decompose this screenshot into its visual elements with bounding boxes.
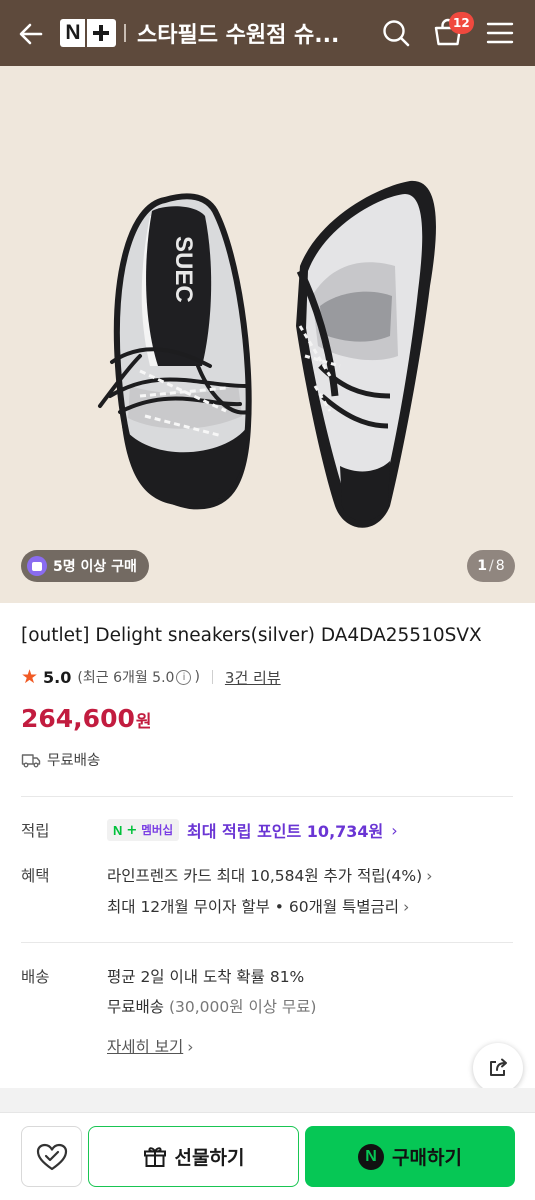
- logo-n: N: [65, 21, 81, 44]
- purchase-bar: 선물하기 N 구매하기: [0, 1112, 535, 1200]
- delivery-free-row: 무료배송 (30,000원 이상 무료): [107, 995, 316, 1017]
- share-icon: [490, 1058, 507, 1076]
- shopping-bag-icon: [27, 556, 47, 576]
- buy-button[interactable]: N 구매하기: [305, 1126, 515, 1187]
- heart-icon: [36, 1143, 67, 1170]
- chevron-right-icon: ›: [403, 898, 410, 916]
- rating-row: ★ 5.0 (최근 6개월 5.0 i ) 3건 리뷰: [21, 664, 281, 690]
- membership-n: N: [113, 822, 123, 838]
- rating-score: 5.0: [43, 667, 72, 687]
- image-page-indicator: 1 / 8: [467, 550, 515, 582]
- installment-benefit-text: 최대 12개월 무이자 할부 • 60개월 특별금리: [107, 898, 400, 916]
- divider: [21, 942, 513, 943]
- back-arrow-icon[interactable]: [14, 17, 48, 51]
- delivery-eta: 평균 2일 이내 도착 확률 81%: [107, 968, 305, 986]
- chevron-right-icon: ›: [391, 820, 398, 840]
- info-icon[interactable]: i: [176, 669, 192, 685]
- card-benefit-row[interactable]: 라인프렌즈 카드 최대 10,584원 추가 적립(4%) ›: [107, 864, 432, 886]
- right-shoe: [296, 180, 436, 528]
- product-name: [outlet] Delight sneakers(silver) DA4DA2…: [21, 625, 482, 646]
- price-value: 264,600: [21, 704, 135, 733]
- svg-text:SUEC: SUEC: [170, 236, 197, 303]
- product-image-carousel[interactable]: SUEC 5명 이상 구매 1 / 8: [0, 66, 535, 603]
- section-separator: [0, 1088, 535, 1112]
- benefits-label: 혜택: [21, 867, 50, 885]
- gift-icon: [143, 1146, 166, 1167]
- search-icon[interactable]: [378, 15, 414, 51]
- shipping-tag: 무료배송: [21, 749, 100, 770]
- title-divider: [124, 24, 126, 42]
- cart-count-badge: 12: [449, 12, 474, 34]
- delivery-free-text: 무료배송: [107, 998, 165, 1016]
- chevron-right-icon: ›: [426, 867, 433, 885]
- buy-button-label: 구매하기: [392, 1147, 462, 1169]
- rating-divider: [211, 670, 213, 684]
- store-title[interactable]: 스타필드 수원점 슈...: [137, 17, 349, 49]
- delivery-label: 배송: [21, 968, 50, 986]
- naver-pay-icon: N: [358, 1143, 385, 1170]
- chevron-right-icon: ›: [187, 1038, 194, 1056]
- review-count-link[interactable]: 3건 리뷰: [225, 667, 281, 688]
- price-currency: 원: [135, 712, 152, 732]
- points-row[interactable]: N + 멤버십 최대 적립 포인트 10,734원 ›: [107, 818, 398, 842]
- detail-link-text: 자세히 보기: [107, 1038, 184, 1056]
- page-total: 8: [495, 558, 505, 574]
- divider: [21, 796, 513, 797]
- naver-plus-store-logo[interactable]: N: [60, 19, 116, 47]
- product-price: 264,600원: [21, 704, 152, 733]
- rating-recent-close: ): [194, 669, 200, 685]
- installment-benefit-row[interactable]: 최대 12개월 무이자 할부 • 60개월 특별금리 ›: [107, 895, 409, 917]
- membership-badge: N + 멤버십: [107, 819, 180, 841]
- product-image-sneakers: SUEC: [98, 180, 436, 528]
- wishlist-button[interactable]: [21, 1126, 82, 1187]
- truck-icon: [21, 753, 41, 767]
- membership-plus-icon: +: [126, 822, 138, 838]
- share-button[interactable]: [473, 1043, 523, 1093]
- logo-plus: [87, 19, 115, 47]
- buyer-count-text: 5명 이상 구매: [53, 559, 137, 575]
- gift-button[interactable]: 선물하기: [88, 1126, 299, 1187]
- max-points-text: 최대 적립 포인트 10,734원: [187, 822, 384, 841]
- delivery-free-note: (30,000원 이상 무료): [168, 998, 317, 1016]
- rating-recent: (최근 6개월 5.0: [77, 670, 175, 686]
- shipping-tag-text: 무료배송: [47, 753, 101, 769]
- card-benefit-text: 라인프렌즈 카드 최대 10,584원 추가 적립(4%): [107, 867, 423, 885]
- membership-text: 멤버십: [141, 823, 174, 837]
- top-header: N 스타필드 수원점 슈... 12: [0, 0, 535, 66]
- gift-button-label: 선물하기: [174, 1147, 245, 1169]
- menu-icon[interactable]: [482, 15, 518, 51]
- delivery-detail-link[interactable]: 자세히 보기 ›: [107, 1035, 193, 1057]
- left-shoe: SUEC: [98, 193, 252, 510]
- buyer-count-badge: 5명 이상 구매: [21, 550, 149, 582]
- star-icon: ★: [21, 665, 39, 688]
- points-label: 적립: [21, 822, 50, 840]
- page-current: 1: [477, 558, 488, 574]
